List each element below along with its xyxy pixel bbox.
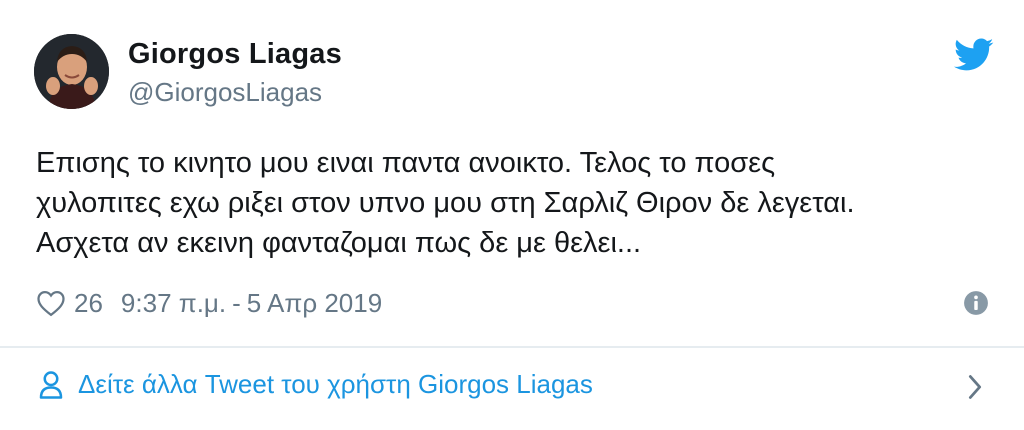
like-count[interactable]: 26 bbox=[74, 288, 103, 319]
tweet-meta: 26 9:37 π.μ. - 5 Απρ 2019 bbox=[36, 285, 382, 321]
heart-icon[interactable] bbox=[36, 289, 66, 317]
tweet-text-line: Ασχετα αν εκεινη φανταζομαι πως δε με θε… bbox=[36, 227, 642, 259]
embedded-tweet-card: Giorgos Liagas @GiorgosLiagas Επισης το … bbox=[0, 0, 1024, 430]
author-name[interactable]: Giorgos Liagas bbox=[128, 38, 342, 71]
person-icon bbox=[39, 371, 63, 399]
meta-separator: - bbox=[232, 287, 241, 318]
tweet-time[interactable]: 9:37 π.μ. bbox=[121, 288, 226, 319]
tweet-text-line: Επισης το κινητο μου ειναι παντα ανοικτο… bbox=[36, 147, 776, 179]
chevron-right-icon[interactable] bbox=[965, 373, 985, 401]
tweet-text: Επισης το κινητο μου ειναι παντα ανοικτο… bbox=[36, 143, 996, 263]
tweet-date[interactable]: 5 Απρ 2019 bbox=[247, 288, 382, 319]
author-handle[interactable]: @GiorgosLiagas bbox=[128, 77, 322, 108]
tweet-text-line: χυλοπιτες εχω ριξει στον υπνο μου στη Σα… bbox=[36, 187, 855, 219]
info-icon[interactable] bbox=[963, 290, 989, 316]
more-tweets-label[interactable]: Δείτε άλλα Tweet του χρήστη Giorgos Liag… bbox=[78, 369, 593, 400]
avatar[interactable] bbox=[34, 34, 109, 109]
twitter-bird-icon[interactable] bbox=[954, 38, 994, 72]
